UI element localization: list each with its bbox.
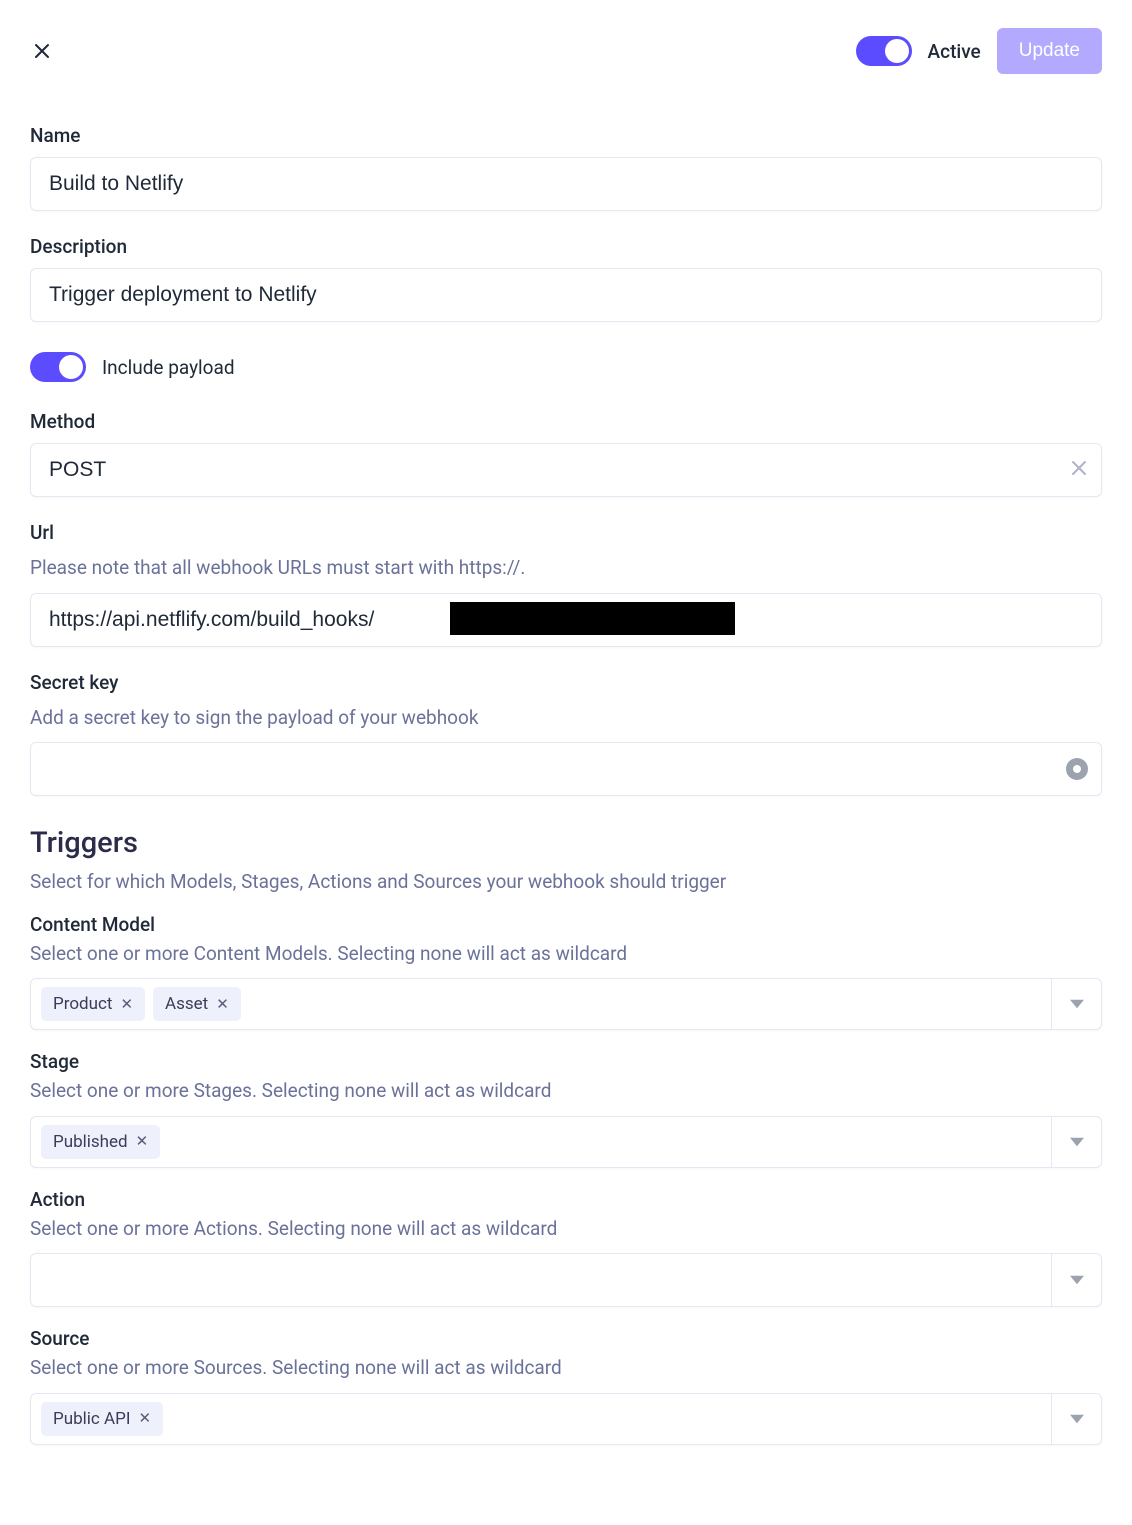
update-button[interactable]: Update (997, 28, 1102, 74)
tag-label: Asset (165, 994, 208, 1014)
close-icon (1070, 459, 1088, 477)
action-label: Action (30, 1188, 1102, 1211)
action-block: Action Select one or more Actions. Selec… (30, 1188, 1102, 1308)
content-model-select[interactable]: Product ✕ Asset ✕ (30, 978, 1102, 1030)
tag-public-api: Public API ✕ (41, 1402, 163, 1436)
tag-label: Public API (53, 1409, 130, 1429)
active-toggle[interactable] (856, 36, 912, 66)
close-icon (33, 42, 51, 60)
tag-remove-icon[interactable]: ✕ (120, 997, 133, 1012)
tag-published: Published ✕ (41, 1125, 160, 1159)
source-block: Source Select one or more Sources. Selec… (30, 1327, 1102, 1445)
redaction-block (450, 602, 735, 635)
stage-hint: Select one or more Stages. Selecting non… (30, 1077, 1102, 1106)
tag-asset: Asset ✕ (153, 987, 241, 1021)
name-field: Name (30, 124, 1102, 211)
stage-label: Stage (30, 1050, 1102, 1073)
url-label: Url (30, 521, 1102, 544)
tag-remove-icon[interactable]: ✕ (216, 997, 229, 1012)
name-label: Name (30, 124, 1102, 147)
secret-key-hint: Add a secret key to sign the payload of … (30, 704, 1102, 733)
dropdown-caret[interactable] (1051, 1254, 1101, 1306)
triggers-title: Triggers (30, 826, 1102, 860)
tag-label: Product (53, 994, 112, 1014)
content-model-block: Content Model Select one or more Content… (30, 913, 1102, 1031)
action-select[interactable] (30, 1253, 1102, 1307)
stage-block: Stage Select one or more Stages. Selecti… (30, 1050, 1102, 1168)
close-button[interactable] (30, 39, 54, 63)
method-select[interactable] (30, 443, 1102, 497)
chevron-down-icon (1070, 1273, 1084, 1287)
active-label: Active (928, 40, 981, 63)
header: Active Update (30, 28, 1102, 74)
tag-remove-icon[interactable]: ✕ (138, 1411, 151, 1426)
dropdown-caret[interactable] (1051, 1394, 1101, 1444)
method-field: Method (30, 410, 1102, 497)
secret-key-label: Secret key (30, 671, 1102, 694)
toggle-knob (885, 39, 909, 63)
content-model-hint: Select one or more Content Models. Selec… (30, 940, 1102, 969)
chevron-down-icon (1070, 1135, 1084, 1149)
action-hint: Select one or more Actions. Selecting no… (30, 1215, 1102, 1244)
url-field: Url Please note that all webhook URLs mu… (30, 521, 1102, 647)
secret-key-input[interactable] (30, 742, 1102, 796)
toggle-knob (59, 355, 83, 379)
dropdown-caret[interactable] (1051, 1117, 1101, 1167)
header-actions: Active Update (856, 28, 1102, 74)
include-payload-toggle[interactable] (30, 352, 86, 382)
source-select[interactable]: Public API ✕ (30, 1393, 1102, 1445)
tag-product: Product ✕ (41, 987, 145, 1021)
url-hint: Please note that all webhook URLs must s… (30, 554, 1102, 583)
chevron-down-icon (1070, 997, 1084, 1011)
content-model-label: Content Model (30, 913, 1102, 936)
dropdown-caret[interactable] (1051, 979, 1101, 1029)
eye-icon[interactable] (1066, 758, 1088, 780)
description-field: Description (30, 235, 1102, 322)
name-input[interactable] (30, 157, 1102, 211)
source-hint: Select one or more Sources. Selecting no… (30, 1354, 1102, 1383)
tag-remove-icon[interactable]: ✕ (136, 1134, 149, 1149)
description-input[interactable] (30, 268, 1102, 322)
method-label: Method (30, 410, 1102, 433)
include-payload-row: Include payload (30, 352, 1102, 382)
chevron-down-icon (1070, 1412, 1084, 1426)
url-input-wrap (30, 593, 1102, 647)
secret-key-input-wrap (30, 742, 1102, 796)
description-label: Description (30, 235, 1102, 258)
method-input[interactable] (30, 443, 1102, 497)
tag-label: Published (53, 1132, 128, 1152)
source-label: Source (30, 1327, 1102, 1350)
triggers-hint: Select for which Models, Stages, Actions… (30, 868, 1102, 897)
include-payload-label: Include payload (102, 356, 235, 379)
stage-select[interactable]: Published ✕ (30, 1116, 1102, 1168)
secret-key-field: Secret key Add a secret key to sign the … (30, 671, 1102, 797)
method-clear-icon[interactable] (1070, 458, 1088, 482)
